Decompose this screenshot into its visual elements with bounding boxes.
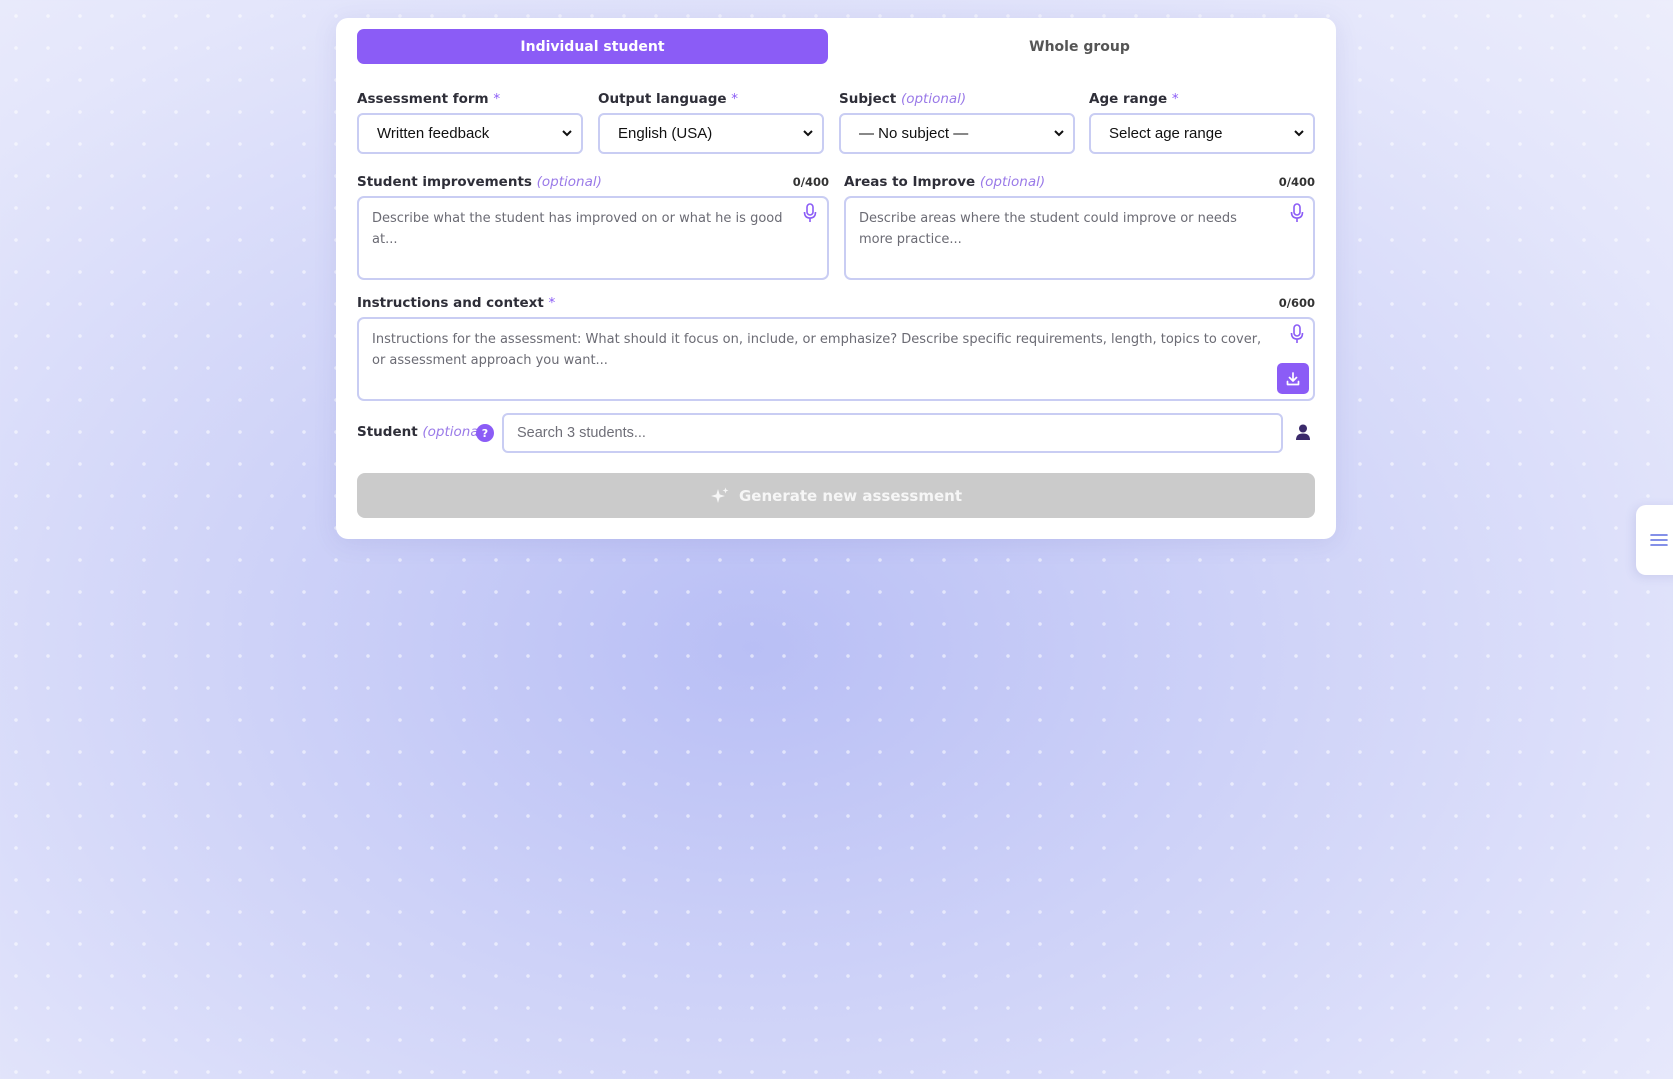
assessment-form-value: Written feedback — [377, 125, 490, 142]
tab-individual-student[interactable]: Individual student — [357, 29, 828, 64]
help-icon[interactable]: ? — [476, 424, 494, 442]
chevron-down-icon — [562, 130, 572, 137]
microphone-icon[interactable] — [1290, 324, 1304, 344]
chevron-down-icon — [803, 130, 813, 137]
subject-select[interactable]: — No subject — — [839, 113, 1075, 154]
generate-assessment-button[interactable]: Generate new assessment — [357, 473, 1315, 518]
age-range-label: Age range * — [1089, 91, 1179, 107]
output-language-value: English (USA) — [618, 125, 713, 142]
optional-mark: (optional) — [900, 91, 967, 107]
improvements-label: Student improvements (optional) — [357, 174, 602, 190]
assessment-form-label-text: Assessment form — [357, 91, 489, 107]
areas-counter: 0/400 — [1278, 175, 1315, 189]
menu-icon — [1650, 534, 1668, 546]
microphone-icon[interactable] — [1290, 203, 1304, 223]
microphone-icon[interactable] — [803, 203, 817, 223]
subject-label-text: Subject — [839, 91, 897, 107]
output-language-label: Output language * — [598, 91, 738, 107]
import-button[interactable] — [1277, 363, 1309, 394]
age-range-label-text: Age range — [1089, 91, 1168, 107]
optional-mark: (optional) — [979, 174, 1046, 190]
assessment-form-card: Individual student Whole group Assessmen… — [336, 18, 1336, 539]
assessment-form-label: Assessment form * — [357, 91, 500, 107]
areas-textarea[interactable]: Describe areas where the student could i… — [844, 196, 1315, 280]
sparkles-icon — [710, 487, 729, 503]
improvements-placeholder: Describe what the student has improved o… — [372, 211, 783, 247]
instructions-textarea[interactable]: Instructions for the assessment: What sh… — [357, 317, 1315, 401]
instructions-counter: 0/600 — [1278, 296, 1315, 310]
tab-whole-group[interactable]: Whole group — [844, 29, 1315, 64]
areas-label-text: Areas to Improve — [844, 174, 976, 190]
areas-label: Areas to Improve (optional) — [844, 174, 1045, 190]
instructions-label-text: Instructions and context — [357, 295, 544, 311]
areas-placeholder: Describe areas where the student could i… — [859, 211, 1237, 247]
optional-mark: (optional) — [536, 174, 602, 190]
person-icon[interactable] — [1294, 423, 1312, 441]
required-mark: * — [548, 295, 556, 311]
student-search-placeholder: Search 3 students... — [517, 425, 646, 441]
student-label-text: Student — [357, 424, 418, 440]
output-language-label-text: Output language — [598, 91, 727, 107]
side-menu-toggle[interactable] — [1636, 505, 1673, 575]
mode-tabs: Individual student Whole group — [357, 29, 1315, 64]
subject-label: Subject (optional) — [839, 91, 966, 107]
instructions-label: Instructions and context * — [357, 295, 555, 311]
age-range-select[interactable]: Select age range — [1089, 113, 1315, 154]
chevron-down-icon — [1054, 130, 1064, 137]
subject-value: — No subject — — [859, 125, 969, 142]
improvements-label-text: Student improvements — [357, 174, 532, 190]
improvements-textarea[interactable]: Describe what the student has improved o… — [357, 196, 829, 280]
download-icon — [1286, 371, 1300, 385]
age-range-value: Select age range — [1109, 125, 1223, 142]
chevron-down-icon — [1294, 130, 1304, 137]
output-language-select[interactable]: English (USA) — [598, 113, 824, 154]
required-mark: * — [731, 91, 738, 107]
required-mark: * — [493, 91, 501, 107]
instructions-placeholder: Instructions for the assessment: What sh… — [372, 332, 1262, 368]
generate-assessment-label: Generate new assessment — [738, 486, 962, 505]
assessment-form-select[interactable]: Written feedback — [357, 113, 583, 154]
required-mark: * — [1171, 91, 1179, 107]
student-label: Student (optional) — [357, 424, 488, 440]
student-search-input[interactable]: Search 3 students... — [502, 413, 1283, 453]
improvements-counter: 0/400 — [792, 175, 829, 189]
